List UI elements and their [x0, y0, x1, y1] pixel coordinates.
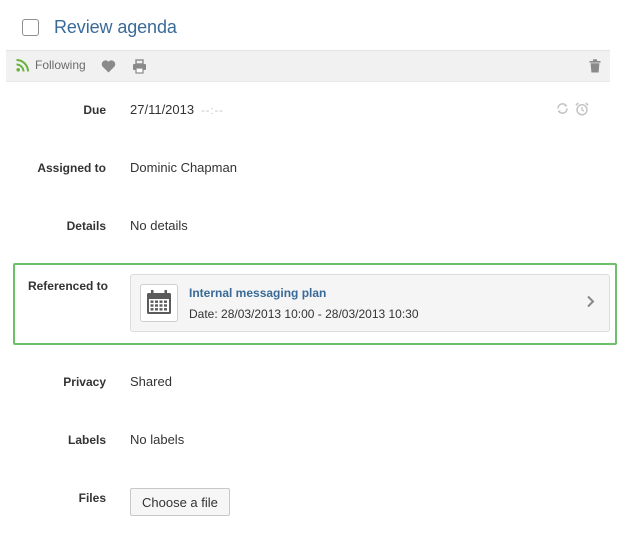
calendar-icon	[140, 284, 178, 322]
due-time[interactable]: --:--	[201, 105, 224, 117]
privacy-label: Privacy	[63, 375, 106, 389]
referenced-event-title[interactable]: Internal messaging plan	[189, 286, 326, 300]
heart-icon[interactable]	[101, 60, 116, 78]
repeat-icon[interactable]	[556, 102, 569, 121]
files-label: Files	[78, 491, 106, 505]
details-value[interactable]: No details	[130, 218, 188, 233]
due-date[interactable]: 27/11/2013	[130, 102, 194, 117]
referenced-to-label: Referenced to	[27, 279, 108, 293]
task-title[interactable]: Review agenda	[54, 17, 177, 38]
chevron-right-icon[interactable]	[586, 295, 595, 313]
referenced-event-card[interactable]: Internal messaging plan Date: 28/03/2013…	[130, 274, 610, 332]
assigned-to-label: Assigned to	[37, 161, 106, 175]
assigned-to-value[interactable]: Dominic Chapman	[130, 160, 237, 175]
due-label: Due	[83, 103, 106, 117]
labels-value[interactable]: No labels	[130, 432, 184, 447]
trash-icon[interactable]	[589, 59, 601, 78]
details-label: Details	[66, 219, 106, 233]
task-toolbar: Following	[6, 50, 610, 82]
privacy-value[interactable]: Shared	[130, 374, 172, 389]
following-toggle[interactable]: Following	[16, 58, 86, 72]
due-actions	[556, 102, 589, 121]
task-complete-checkbox[interactable]	[22, 19, 39, 36]
due-value[interactable]: 27/11/2013 --:--	[130, 102, 224, 117]
choose-file-button[interactable]: Choose a file	[130, 488, 230, 516]
task-header: Review agenda	[0, 0, 620, 50]
printer-icon[interactable]	[132, 59, 147, 79]
referenced-event-date: Date: 28/03/2013 10:00 - 28/03/2013 10:3…	[189, 307, 419, 321]
rss-icon	[16, 58, 30, 72]
labels-label: Labels	[67, 433, 106, 447]
referenced-to-section: Referenced to Internal messaging plan Da…	[13, 263, 617, 345]
alarm-clock-icon[interactable]	[575, 102, 589, 121]
following-label: Following	[35, 58, 86, 72]
